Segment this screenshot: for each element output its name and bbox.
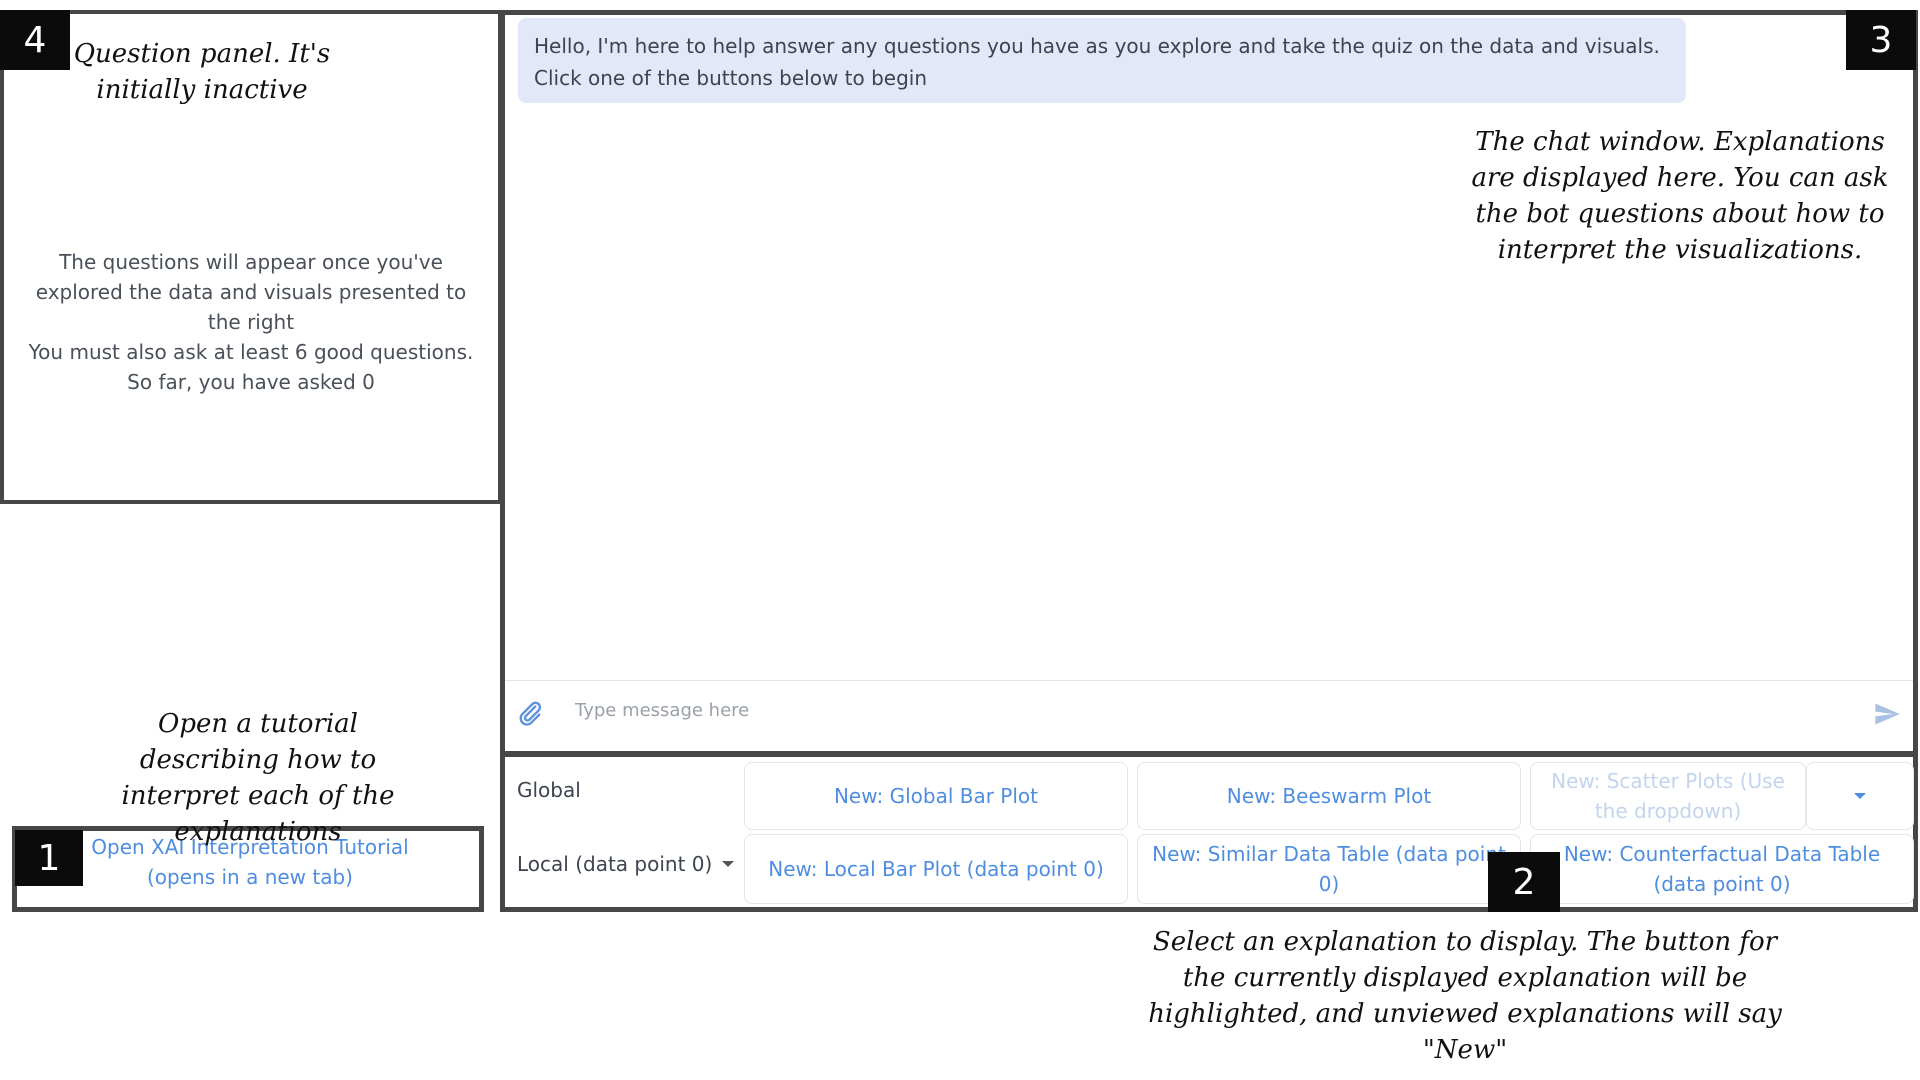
global-bar-plot-button[interactable]: New: Global Bar Plot xyxy=(744,762,1128,830)
badge-2: 2 xyxy=(1488,852,1560,912)
question-panel-count: You must also ask at least 6 good questi… xyxy=(28,340,474,394)
global-label: Global xyxy=(517,778,581,802)
beeswarm-plot-button[interactable]: New: Beeswarm Plot xyxy=(1137,762,1521,830)
attachment-icon[interactable] xyxy=(516,699,544,727)
scatter-plots-dropdown[interactable] xyxy=(1806,762,1914,830)
local-datapoint-select[interactable]: Local (data point 0) xyxy=(517,852,735,876)
badge-1: 1 xyxy=(15,830,83,886)
send-icon[interactable] xyxy=(1873,700,1901,728)
annotation-tutorial: Open a tutorial describing how to interp… xyxy=(121,709,395,847)
annotation-question-panel: Question panel. It's initially inactive xyxy=(73,39,331,105)
similar-data-table-button[interactable]: New: Similar Data Table (data point 0) xyxy=(1137,834,1521,904)
question-panel-message: The questions will appear once you've ex… xyxy=(35,250,467,334)
caret-down-icon xyxy=(1854,793,1866,799)
message-input[interactable]: Type message here xyxy=(575,700,749,721)
bot-message: Hello, I'm here to help answer any quest… xyxy=(518,18,1686,103)
local-label: Local (data point 0) xyxy=(517,852,713,876)
badge-4: 4 xyxy=(0,10,70,70)
annotation-chat-window: The chat window. Explanations are displa… xyxy=(1471,127,1889,265)
local-bar-plot-button[interactable]: New: Local Bar Plot (data point 0) xyxy=(744,834,1128,904)
annotation-selector: Select an explanation to display. The bu… xyxy=(1148,927,1782,1065)
caret-down-icon xyxy=(722,861,735,867)
scatter-plots-button[interactable]: New: Scatter Plots (Use the dropdown) xyxy=(1530,762,1806,830)
counterfactual-data-table-button[interactable]: New: Counterfactual Data Table (data poi… xyxy=(1530,834,1914,904)
chat-window xyxy=(500,10,1918,756)
badge-3: 3 xyxy=(1846,10,1916,70)
